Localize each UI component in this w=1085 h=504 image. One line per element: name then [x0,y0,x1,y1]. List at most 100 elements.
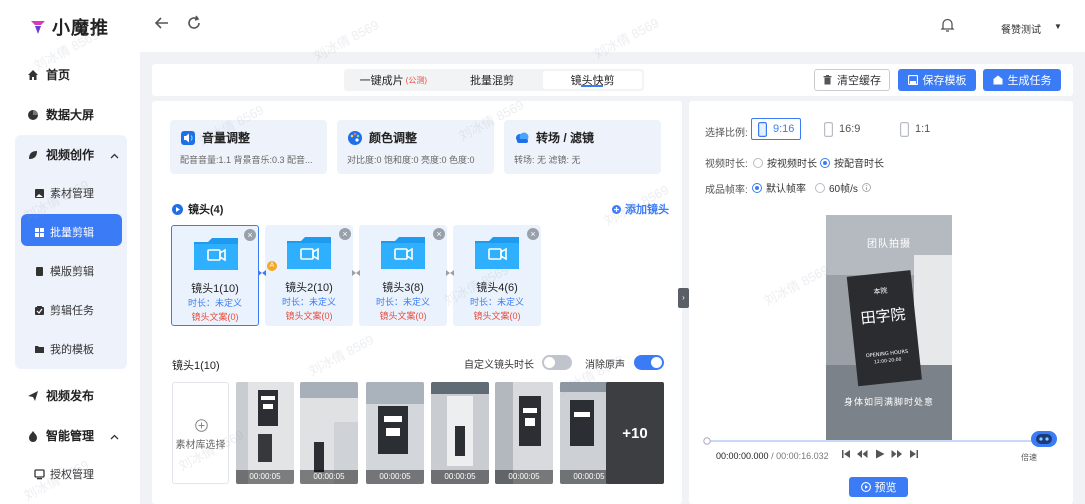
rewind-icon[interactable] [857,449,868,459]
close-icon[interactable]: × [339,228,351,240]
bell-icon[interactable] [940,17,955,36]
caret-down-icon[interactable]: ▼ [1054,22,1062,31]
video-create-group [15,135,127,369]
image-icon [34,188,45,199]
material-thumb[interactable]: 00:00:05 [495,382,553,484]
ratio-1-1-label: 1:1 [915,123,931,135]
nav-material-manage[interactable]: 素材管理 [34,185,94,201]
video-preview[interactable]: 本院 田字院 OPENING HOURS 12:00-20:00 团队拍摄 身体… [826,215,952,440]
grid-icon [34,227,45,238]
shot-copy: 镜头文案(0) [473,311,521,321]
fps-default-radio[interactable]: 默认帧率 [752,180,806,195]
video-folder-icon [381,237,425,269]
close-icon[interactable]: × [433,228,445,240]
play-circle-icon [860,482,871,492]
nav-my-template[interactable]: 我的模板 [34,341,94,357]
timeline-start-handle[interactable] [703,437,711,445]
fps-60-radio[interactable]: 60帧/s [815,180,871,195]
toggle-knob [544,357,555,368]
speed-button[interactable]: 倍速 [1021,452,1037,463]
sidebar: 小魔推 首页 数据大屏 视频创作 素材管理 批量剪辑 模版剪辑 剪辑任务 我的模… [0,0,140,504]
shots-section-title: 镜头(4) [172,201,223,217]
close-icon[interactable]: × [527,228,539,240]
color-adjust-card[interactable]: 颜色调整 对比度:0 饱和度:0 亮度:0 色度:0 [337,120,494,174]
nav-edit-task[interactable]: 剪辑任务 [34,302,94,318]
palette-icon [347,130,363,146]
radio-circle [815,182,825,193]
nav-video-publish[interactable]: 视频发布 [26,387,166,404]
ratio-9-16-label: 9:16 [773,123,795,135]
nav-home-label: 首页 [46,68,71,82]
robot-face-icon [1036,434,1052,444]
volume-adjust-card[interactable]: 音量调整 配音音量:1.1 背景音乐:0.3 配音... [170,120,327,174]
ratio-9-16[interactable]: 9:16 [751,118,802,140]
nav-dashboard[interactable]: 数据大屏 [26,106,166,123]
nav-smart-manage[interactable]: 智能管理 [26,427,166,444]
nav-video-publish-label: 视频发布 [46,389,95,403]
info-icon[interactable] [861,183,871,192]
nav-home[interactable]: 首页 [26,66,166,83]
transition-icon[interactable] [257,268,267,278]
tab-batch-mix[interactable]: 批量混剪 [443,69,542,91]
time-readout: 00:00:00.000 / 00:00:16.032 [716,451,829,461]
close-icon[interactable]: × [244,229,256,241]
nav-auth-manage[interactable]: 授权管理 [34,466,94,482]
back-arrow-icon[interactable] [154,15,170,34]
shot-name: 镜头2(10) [285,282,333,294]
duration-by-video-radio[interactable]: 按视频时长 [753,155,817,170]
ratio-16-9[interactable]: 16:9 [818,118,866,140]
custom-duration-label: 自定义镜头时长 [464,360,534,371]
generate-task-button[interactable]: 生成任务 [983,69,1061,91]
material-thumb[interactable]: 00:00:05 [300,382,358,484]
clear-cache-button[interactable]: 清空缓存 [814,69,890,91]
nav-template-edit[interactable]: 模版剪辑 [34,263,94,279]
playback-timeline[interactable] [707,440,1045,442]
shot-card[interactable]: 镜头3(8) 时长：未定义 镜头文案(0) × [359,225,447,326]
radio-circle [820,157,830,168]
save-template-button[interactable]: 保存模板 [898,69,976,91]
color-adjust-title: 颜色调整 [347,129,417,146]
tab-one-click[interactable]: 一键成片 (公测) [344,69,443,91]
chevron-up-icon [110,429,119,443]
refresh-icon[interactable] [186,15,202,34]
shot-card[interactable]: 镜头4(6) 时长：未定义 镜头文案(0) × [453,225,541,326]
nav-batch-edit[interactable]: 批量剪辑 [34,224,94,240]
shot-duration: 时长：未定义 [375,297,430,307]
tab-shot-quick-cut[interactable]: 镜头快剪 [543,71,643,89]
storefront-image [300,382,358,484]
nav-video-create[interactable]: 视频创作 [26,146,166,163]
collapse-handle[interactable]: › [678,288,689,308]
timeline-knob[interactable] [1031,431,1057,447]
skip-start-icon[interactable] [841,449,851,459]
ratio-1-1[interactable]: 1:1 [894,118,936,140]
material-thumb[interactable]: 00:00:05 [236,382,294,484]
user-name[interactable]: 餐赞测试 [1001,21,1041,36]
material-thumb[interactable]: 00:00:05 [366,382,424,484]
material-thumb[interactable]: 00:00:05 [431,382,489,484]
transition-icon[interactable] [351,268,361,278]
storefront-image [495,382,553,484]
app-logo[interactable]: 小魔推 [30,14,109,40]
fast-forward-icon[interactable] [891,449,902,459]
transition-icon[interactable] [445,268,455,278]
transition-filter-desc: 转场: 无 滤镜: 无 [514,155,581,165]
play-icon[interactable] [875,449,885,459]
add-shot-button[interactable]: 添加镜头 [612,201,669,217]
shot-card[interactable]: 镜头2(10) 时长：未定义 镜头文案(0) × [265,225,353,326]
transition-filter-card[interactable]: 转场 / 滤镜 转场: 无 滤镜: 无 [504,120,661,174]
nav-my-template-label: 我的模板 [50,344,94,356]
custom-duration-toggle[interactable] [542,355,572,370]
video-folder-icon [287,237,331,269]
shot-card[interactable]: 镜头1(10) 时长：未定义 镜头文案(0) × [171,225,259,326]
volume-adjust-desc: 配音音量:1.1 背景音乐:0.3 配音... [180,155,313,165]
more-materials-button[interactable]: +10 [606,382,664,484]
shot-copy: 镜头文案(0) [379,311,427,321]
volume-icon [180,130,196,146]
preview-button[interactable]: 预览 [849,477,908,497]
skip-end-icon[interactable] [909,449,919,459]
radio-circle [753,157,763,168]
ratio-16-9-label: 16:9 [839,123,861,135]
mute-toggle[interactable] [634,355,664,370]
duration-by-voice-radio[interactable]: 按配音时长 [820,155,884,170]
library-select-button[interactable]: 素材库选择 [172,382,229,484]
